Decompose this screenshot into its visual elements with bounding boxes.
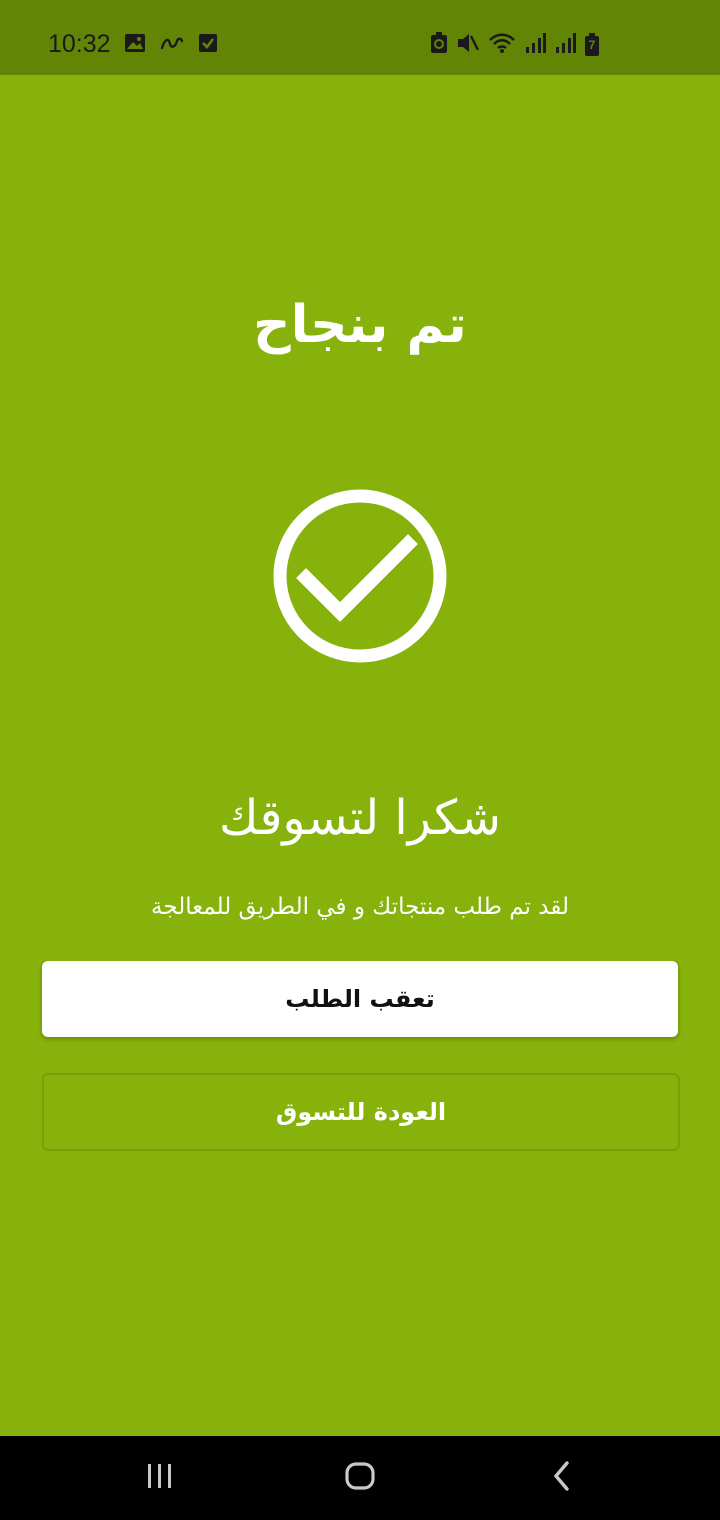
signal-icon [524,32,546,58]
thanks-heading: شكرا لتسوقك [219,790,501,846]
page-title: تم بنجاح [253,295,467,355]
recent-apps-icon [145,1462,175,1494]
checkbox-icon [198,33,218,57]
image-icon [124,33,146,57]
success-screen: تم بنجاح شكرا لتسوقك لقد تم طلب منتجاتك … [0,75,720,1436]
status-time: 10:32 [48,30,111,58]
confirmation-message: لقد تم طلب منتجاتك و في الطريق للمعالجة [151,894,569,920]
battery-icon: 7 [584,33,600,57]
status-right-icons: 7 [430,32,600,58]
home-icon [344,1461,376,1495]
back-to-shopping-button[interactable]: العودة للتسوق [42,1073,680,1151]
system-nav-bar [0,1436,720,1520]
recycle-icon [430,32,448,58]
check-circle-icon [272,488,448,664]
back-button[interactable] [502,1436,622,1520]
link-icon [160,35,184,55]
back-icon [550,1461,574,1495]
signal-icon [554,32,576,58]
home-button[interactable] [300,1436,420,1520]
battery-level: 7 [588,38,596,52]
recent-apps-button[interactable] [100,1436,220,1520]
status-bar: 10:32 7 [0,0,720,75]
status-left-icons [124,33,218,57]
track-order-button[interactable]: تعقب الطلب [42,961,678,1037]
mute-icon [456,32,480,58]
wifi-icon [488,32,516,58]
